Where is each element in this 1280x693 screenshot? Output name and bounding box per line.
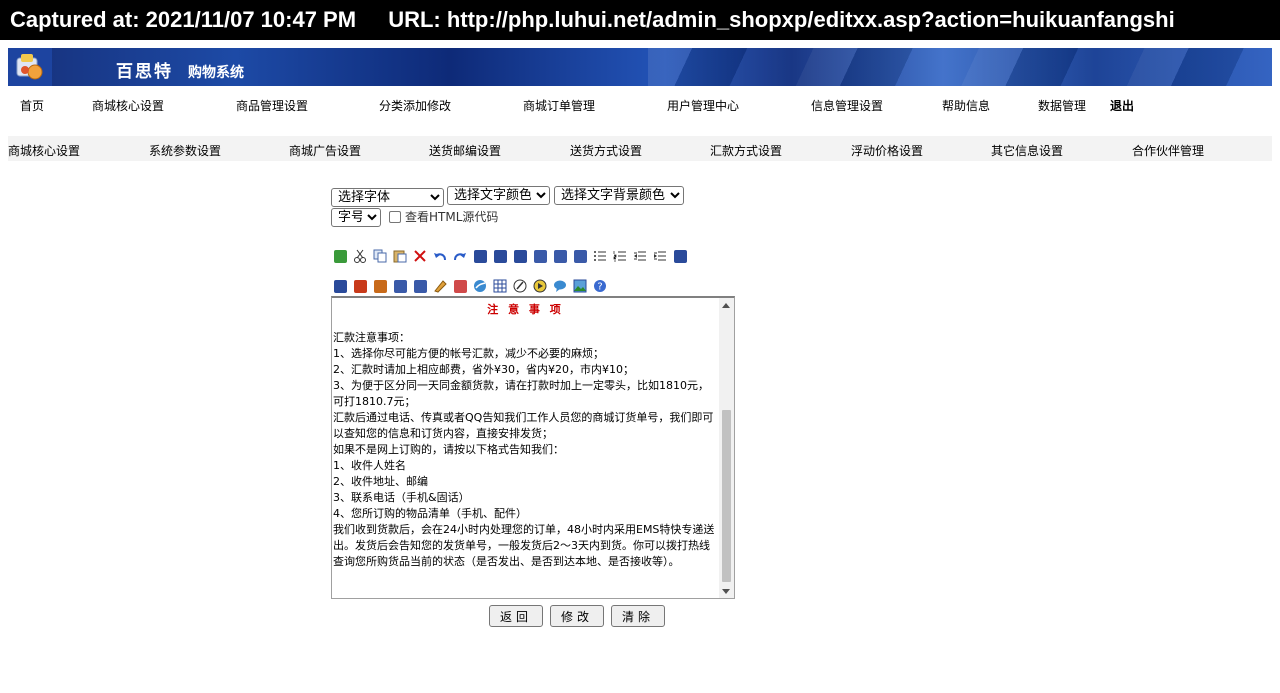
capture-timestamp: Captured at: 2021/11/07 10:47 PM <box>10 7 357 32</box>
content-line: 4、您所订购的物品清单（手机、配件） <box>333 507 527 520</box>
numbered-list-icon[interactable] <box>611 247 629 265</box>
banner-decoration <box>648 48 1272 86</box>
scroll-up-icon[interactable] <box>722 303 730 308</box>
underline-icon[interactable] <box>511 247 529 265</box>
brand-name: 百思特 <box>116 62 173 82</box>
editor-content-area[interactable]: 注 意 事 项 汇款注意事项： 1、选择你尽可能方便的帐号汇款，减少不必要的麻烦… <box>331 296 735 599</box>
svg-text:?: ? <box>597 282 602 293</box>
content-line: 汇款注意事项： <box>333 331 410 344</box>
redo-icon[interactable] <box>451 247 469 265</box>
content-line: 2、收件地址、邮编 <box>333 475 428 488</box>
content-line: 3、为便于区分同一天同金额货款，请在打款时加上一定零头，比如1810元，可打18… <box>333 379 709 408</box>
editor-toolbar-primary <box>331 247 689 265</box>
shop-logo-icon <box>8 48 52 86</box>
main-nav-core-settings[interactable]: 商城核心设置 <box>92 97 164 114</box>
cut-icon[interactable] <box>351 247 369 265</box>
bold-icon[interactable] <box>471 247 489 265</box>
italic-icon[interactable] <box>491 247 509 265</box>
content-line: 1、收件人姓名 <box>333 459 406 472</box>
paste-icon[interactable] <box>391 247 409 265</box>
copy-icon[interactable] <box>371 247 389 265</box>
scrollbar-thumb[interactable] <box>722 410 731 582</box>
select-all-icon[interactable] <box>331 247 349 265</box>
content-line: 汇款后通过电话、传真或者QQ告知我们工作人员您的商城订货单号，我们即可以查知您的… <box>333 411 714 440</box>
special-char-2-icon[interactable] <box>371 277 389 295</box>
sub-nav-floating-price[interactable]: 浮动价格设置 <box>851 142 923 159</box>
align-right-icon[interactable] <box>571 247 589 265</box>
content-line: 如果不是网上订购的，请按以下格式告知我们： <box>333 443 564 456</box>
sub-nav-other-info[interactable]: 其它信息设置 <box>991 142 1063 159</box>
delete-icon[interactable] <box>411 247 429 265</box>
sub-nav-system-params[interactable]: 系统参数设置 <box>149 142 221 159</box>
text-bg-color-select[interactable]: 选择文字背景颜色 <box>554 186 684 205</box>
sub-nav: 商城核心设置 系统参数设置 商城广告设置 送货邮编设置 送货方式设置 汇款方式设… <box>8 136 1272 161</box>
bulleted-list-icon[interactable] <box>591 247 609 265</box>
editor-content: 注 意 事 项 汇款注意事项： 1、选择你尽可能方便的帐号汇款，减少不必要的麻烦… <box>333 302 718 570</box>
media-icon[interactable] <box>531 277 549 295</box>
capture-url: URL: http://php.luhui.net/admin_shopxp/e… <box>388 7 1175 32</box>
main-nav-category-edit[interactable]: 分类添加修改 <box>379 97 451 114</box>
content-line: 我们收到货款后，会在24小时内处理您的订单，48小时内采用EMS特快专递送出。发… <box>333 523 715 568</box>
main-nav-product-management[interactable]: 商品管理设置 <box>236 97 308 114</box>
subscript-icon[interactable] <box>411 277 429 295</box>
sub-nav-partners[interactable]: 合作伙伴管理 <box>1132 142 1204 159</box>
minus-icon[interactable] <box>671 247 689 265</box>
align-center-icon[interactable] <box>551 247 569 265</box>
back-button[interactable]: 返回 <box>489 605 544 627</box>
main-nav-order-management[interactable]: 商城订单管理 <box>523 97 595 114</box>
clear-button[interactable]: 清除 <box>611 605 666 627</box>
modify-button[interactable]: 修改 <box>550 605 605 627</box>
pen-icon[interactable] <box>511 277 529 295</box>
content-line: 3、联系电话（手机&固话） <box>333 491 470 504</box>
align-left-icon[interactable] <box>531 247 549 265</box>
sub-nav-postcode-settings[interactable]: 送货邮编设置 <box>429 142 501 159</box>
special-char-icon[interactable] <box>351 277 369 295</box>
main-nav-info-management[interactable]: 信息管理设置 <box>811 97 883 114</box>
sub-nav-remittance-methods[interactable]: 汇款方式设置 <box>710 142 782 159</box>
editor-scrollbar[interactable] <box>719 298 734 598</box>
superscript-icon[interactable] <box>391 277 409 295</box>
help-icon[interactable]: ? <box>591 277 609 295</box>
brand-subtitle: 购物系统 <box>188 65 244 81</box>
document-icon[interactable] <box>451 277 469 295</box>
html-source-label: 查看HTML源代码 <box>405 210 499 224</box>
capture-bar: Captured at: 2021/11/07 10:47 PM URL: ht… <box>0 0 1280 40</box>
undo-icon[interactable] <box>431 247 449 265</box>
content-title: 注 意 事 项 <box>487 303 564 316</box>
minus-icon[interactable] <box>331 277 349 295</box>
font-select[interactable]: 选择字体 <box>331 188 444 207</box>
sub-nav-core-settings[interactable]: 商城核心设置 <box>8 142 80 159</box>
text-color-select[interactable]: 选择文字颜色 <box>447 186 550 205</box>
header-banner: 百思特 购物系统 <box>8 48 1272 86</box>
html-source-toggle[interactable]: 查看HTML源代码 <box>389 208 498 225</box>
main-nav-data-management[interactable]: 数据管理 <box>1038 97 1086 114</box>
image-icon[interactable] <box>571 277 589 295</box>
outdent-icon[interactable] <box>631 247 649 265</box>
indent-icon[interactable] <box>651 247 669 265</box>
link-icon[interactable] <box>471 277 489 295</box>
eraser-icon[interactable] <box>431 277 449 295</box>
main-nav: 首页 商城核心设置 商品管理设置 分类添加修改 商城订单管理 用户管理中心 信息… <box>8 86 1272 124</box>
content-line: 2、汇款时请加上相应邮费，省外¥30，省内¥20，市内¥10； <box>333 363 634 376</box>
font-size-select[interactable]: 字号 <box>331 208 381 227</box>
scroll-down-icon[interactable] <box>722 589 730 594</box>
html-source-checkbox[interactable] <box>389 210 401 223</box>
speech-icon[interactable] <box>551 277 569 295</box>
content-line: 1、选择你尽可能方便的帐号汇款，减少不必要的麻烦； <box>333 347 604 360</box>
editor-toolbar-secondary: ? <box>331 277 609 295</box>
main-nav-user-center[interactable]: 用户管理中心 <box>667 97 739 114</box>
table-icon[interactable] <box>491 277 509 295</box>
main-nav-help[interactable]: 帮助信息 <box>942 97 990 114</box>
main-nav-home[interactable]: 首页 <box>20 97 44 114</box>
main-nav-logout[interactable]: 退出 <box>1110 97 1134 114</box>
sub-nav-ad-settings[interactable]: 商城广告设置 <box>289 142 361 159</box>
sub-nav-delivery-methods[interactable]: 送货方式设置 <box>570 142 642 159</box>
